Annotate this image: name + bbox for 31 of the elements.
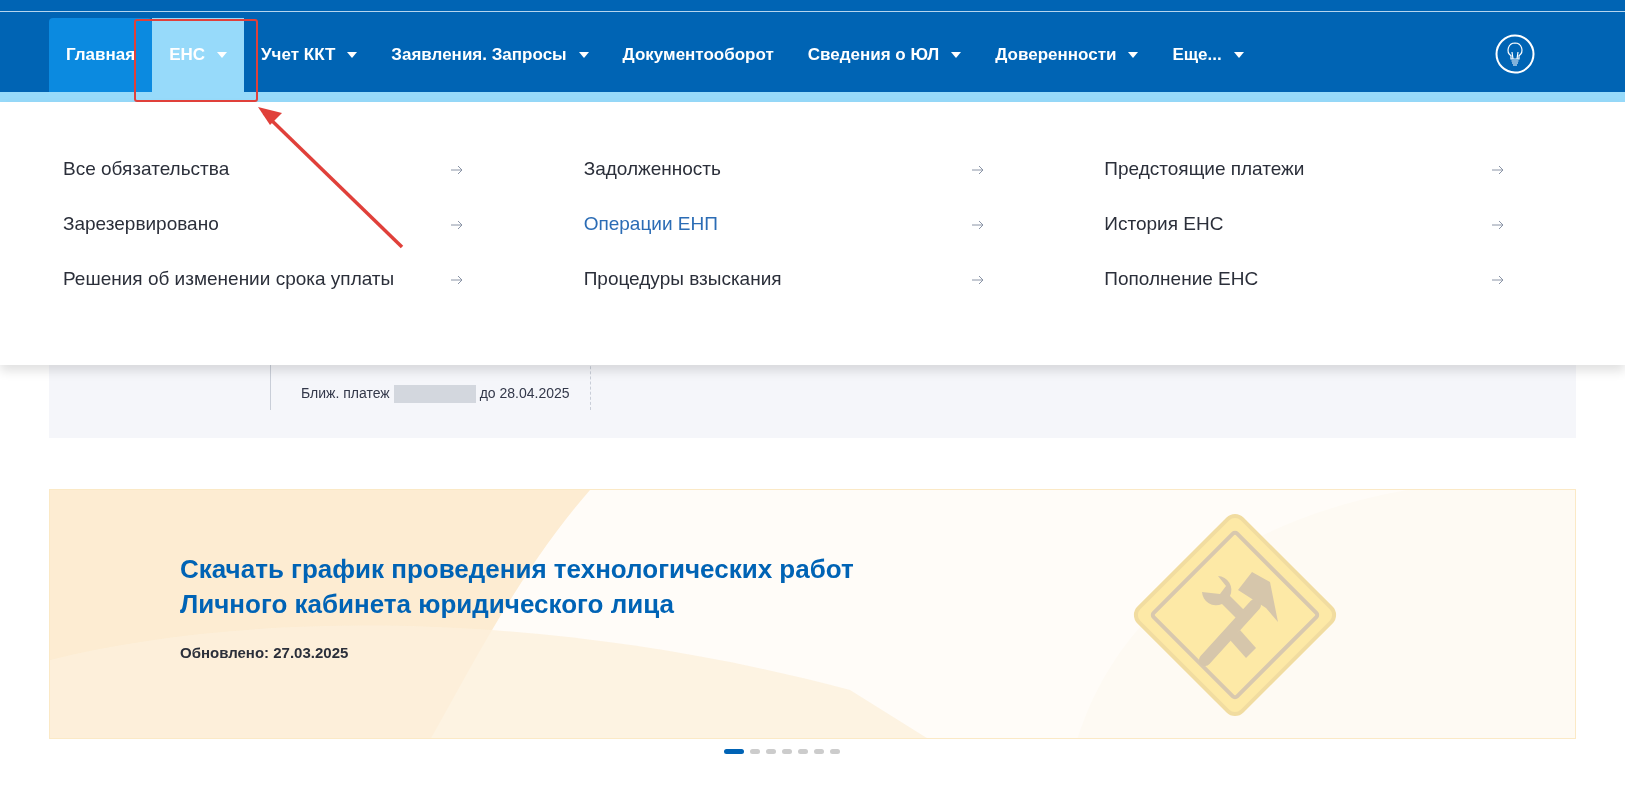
arrow-right-icon [451, 164, 463, 175]
nav-tab[interactable]: Доверенности [978, 18, 1156, 92]
nav-tab[interactable]: Еще... [1155, 18, 1261, 92]
dropdown-menu-item[interactable]: Пополнение ЕНС [1104, 264, 1505, 295]
lightbulb-icon[interactable] [1495, 34, 1535, 74]
arrow-right-icon [971, 164, 984, 175]
dropdown-menu-item[interactable]: Все обязательства [63, 154, 463, 185]
banner[interactable]: Скачать график проведения технологических работ Личного кабинета юридического лица Обновлено: 27.03.2025 [49, 489, 1576, 739]
nav-tab[interactable]: Заявления. Запросы [374, 18, 606, 92]
dropdown-menu-item[interactable]: Решения об изменении срока уплаты [63, 264, 463, 295]
banner-updated-date: Обновлено: 27.03.2025 [180, 643, 350, 663]
dropdown-menu-item[interactable]: Задолженность [583, 154, 984, 185]
dropdown-menu-item[interactable]: Процедуры взыскания [583, 264, 984, 295]
dropdown-menu-item[interactable]: Операции ЕНП [583, 209, 984, 240]
dropdown-menu-item[interactable]: История ЕНС [1104, 209, 1505, 240]
nav-tab[interactable]: Сведения о ЮЛ [790, 18, 979, 92]
arrow-right-icon [451, 274, 463, 285]
arrow-right-icon [971, 274, 984, 285]
nav-tab[interactable]: Документооборот [605, 18, 791, 92]
arrow-right-icon [1492, 164, 1505, 175]
arrow-right-icon [1492, 219, 1505, 230]
next-payment-due: до 28.04.2025 [479, 384, 570, 403]
dropdown-menu-item[interactable]: Зарезервировано [63, 209, 463, 240]
arrow-right-icon [1492, 274, 1505, 285]
banner-title[interactable]: Скачать график проведения технологических работ Личного кабинета юридического лица [180, 552, 940, 622]
arrow-right-icon [451, 219, 463, 230]
nav-tab[interactable]: Главная [49, 18, 153, 92]
nav-tab[interactable]: Учет ККТ [244, 18, 375, 92]
arrow-right-icon [971, 219, 984, 230]
next-payment-label: Ближ. платеж [301, 384, 390, 403]
dropdown-menu-item[interactable]: Предстоящие платежи [1104, 154, 1505, 185]
